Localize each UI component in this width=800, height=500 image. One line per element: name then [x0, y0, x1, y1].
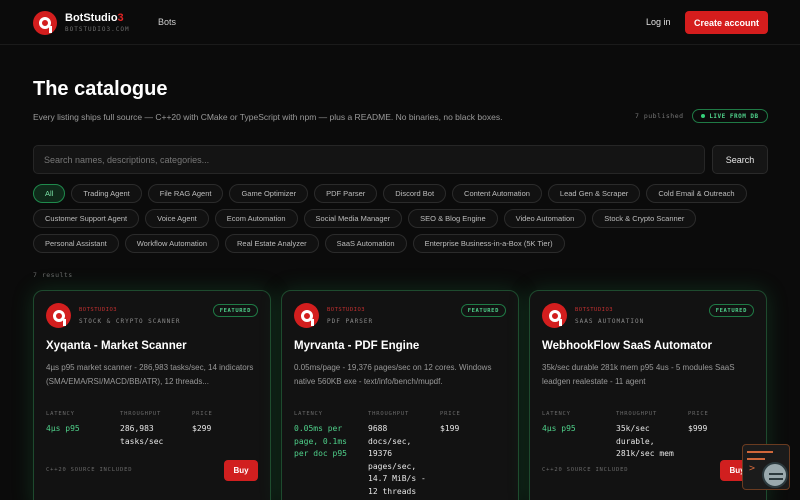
throughput-value: 286,983 tasks/sec [120, 424, 164, 446]
price-label: PRICE [192, 411, 213, 417]
nav-link-bots[interactable]: Bots [158, 17, 176, 27]
brand-name[interactable]: BotStudio3 [65, 12, 124, 24]
category-chip-file-rag-agent[interactable]: File RAG Agent [147, 184, 224, 203]
category-filter-list: All Trading Agent File RAG Agent Game Op… [33, 184, 773, 253]
category-chip-customer-support-agent[interactable]: Customer Support Agent [33, 209, 140, 228]
card-vendor: BOTSTUDIO3 [79, 307, 118, 313]
login-link[interactable]: Log in [646, 17, 671, 27]
throughput-value: 9688 docs/sec, 19376 pages/sec, 14.7 MiB… [368, 424, 426, 496]
latency-label: LATENCY [46, 411, 75, 417]
throughput-label: THROUGHPUT [120, 411, 162, 417]
vendor-logo-icon [542, 303, 567, 328]
category-chip-stock-crypto-scanner[interactable]: Stock & Crypto Scanner [592, 209, 697, 228]
search-button[interactable]: Search [712, 145, 768, 174]
category-chip-workflow-automation[interactable]: Workflow Automation [124, 234, 220, 253]
category-chip-pdf-parser[interactable]: PDF Parser [314, 184, 378, 203]
category-chip-voice-agent[interactable]: Voice Agent [145, 209, 209, 228]
throughput-value: 35k/sec durable, 281k/sec mem [616, 424, 674, 458]
latency-label: LATENCY [294, 411, 323, 417]
source-included-note: C++20 SOURCE INCLUDED [46, 467, 133, 473]
brand-name-text: BotStudio [65, 12, 118, 24]
results-count: 7 results [33, 271, 73, 279]
page-subtitle: Every listing ships full source — C++20 … [33, 112, 503, 122]
category-chip-ecom-automation[interactable]: Ecom Automation [214, 209, 298, 228]
featured-badge: FEATURED [708, 304, 754, 317]
throughput-label: THROUGHPUT [616, 411, 658, 417]
category-chip-cold-email-outreach[interactable]: Cold Email & Outreach [646, 184, 747, 203]
create-account-button[interactable]: Create account [685, 11, 768, 34]
vendor-logo-icon [46, 303, 71, 328]
card-title[interactable]: Myrvanta - PDF Engine [294, 340, 419, 352]
category-chip-social-media-manager[interactable]: Social Media Manager [303, 209, 403, 228]
live-status-label: LIVE FROM DB [709, 112, 759, 120]
card-category: SAAS AUTOMATION [575, 318, 645, 325]
product-card[interactable]: BOTSTUDIO3 PDF PARSER FEATURED Myrvanta … [281, 290, 519, 500]
throughput-label: THROUGHPUT [368, 411, 410, 417]
category-chip-real-estate-analyzer[interactable]: Real Estate Analyzer [225, 234, 319, 253]
card-title[interactable]: Xyqanta - Market Scanner [46, 340, 187, 352]
category-chip-all[interactable]: All [33, 184, 66, 203]
price-label: PRICE [688, 411, 709, 417]
category-chip-lead-gen-scraper[interactable]: Lead Gen & Scraper [547, 184, 641, 203]
product-card[interactable]: BOTSTUDIO3 SAAS AUTOMATION FEATURED Webh… [529, 290, 767, 500]
top-navigation-bar: BotStudio3 BOTSTUDIO3.COM Bots Log in Cr… [0, 0, 800, 45]
search-input[interactable] [33, 145, 705, 174]
category-chip-game-optimizer[interactable]: Game Optimizer [229, 184, 309, 203]
latency-value: 0.05ms per page, 0.1ms per doc p95 [294, 424, 347, 458]
card-category: PDF PARSER [327, 318, 374, 325]
chat-bubble-icon [762, 462, 788, 488]
page-title: The catalogue [33, 78, 168, 100]
latency-label: LATENCY [542, 411, 571, 417]
product-card[interactable]: BOTSTUDIO3 STOCK & CRYPTO SCANNER FEATUR… [33, 290, 271, 500]
widget-line-icon [747, 451, 773, 453]
card-description: 35k/sec durable 281k mem p95 4us - 5 mod… [542, 363, 735, 386]
published-count: 7 published [635, 112, 684, 120]
category-chip-discord-bot[interactable]: Discord Bot [383, 184, 447, 203]
card-title[interactable]: WebhookFlow SaaS Automator [542, 340, 712, 352]
featured-badge: FEATURED [212, 304, 258, 317]
live-status-badge: LIVE FROM DB [692, 109, 768, 123]
price-value: $999 [688, 424, 708, 433]
brand-name-accent: 3 [117, 12, 124, 24]
category-chip-personal-assistant[interactable]: Personal Assistant [33, 234, 119, 253]
widget-line-icon [747, 458, 765, 460]
card-category: STOCK & CRYPTO SCANNER [79, 318, 181, 325]
card-description: 4µs p95 market scanner - 286,983 tasks/s… [46, 363, 254, 386]
assistant-widget-icon[interactable]: > [742, 444, 790, 490]
category-chip-enterprise-business-in-a-box[interactable]: Enterprise Business-in-a-Box (5K Tier) [412, 234, 565, 253]
latency-value: 4µs p95 [46, 424, 80, 433]
source-included-note: C++20 SOURCE INCLUDED [542, 467, 629, 473]
terminal-prompt-icon: > [749, 463, 756, 474]
price-label: PRICE [440, 411, 461, 417]
featured-badge: FEATURED [460, 304, 506, 317]
category-chip-trading-agent[interactable]: Trading Agent [71, 184, 142, 203]
card-vendor: BOTSTUDIO3 [327, 307, 366, 313]
buy-button[interactable]: Buy [224, 460, 258, 481]
category-chip-saas-automation[interactable]: SaaS Automation [324, 234, 407, 253]
price-value: $199 [440, 424, 460, 433]
price-value: $299 [192, 424, 212, 433]
brand-logo-icon[interactable] [33, 11, 57, 35]
category-chip-content-automation[interactable]: Content Automation [452, 184, 542, 203]
category-chip-seo-blog-engine[interactable]: SEO & Blog Engine [408, 209, 498, 228]
latency-value: 4µs p95 [542, 424, 576, 433]
live-dot-icon [701, 114, 706, 118]
category-chip-video-automation[interactable]: Video Automation [503, 209, 587, 228]
vendor-logo-icon [294, 303, 319, 328]
card-vendor: BOTSTUDIO3 [575, 307, 614, 313]
brand-domain: BOTSTUDIO3.COM [65, 26, 130, 33]
card-description: 0.05ms/page - 19,376 pages/sec on 12 cor… [294, 363, 492, 386]
